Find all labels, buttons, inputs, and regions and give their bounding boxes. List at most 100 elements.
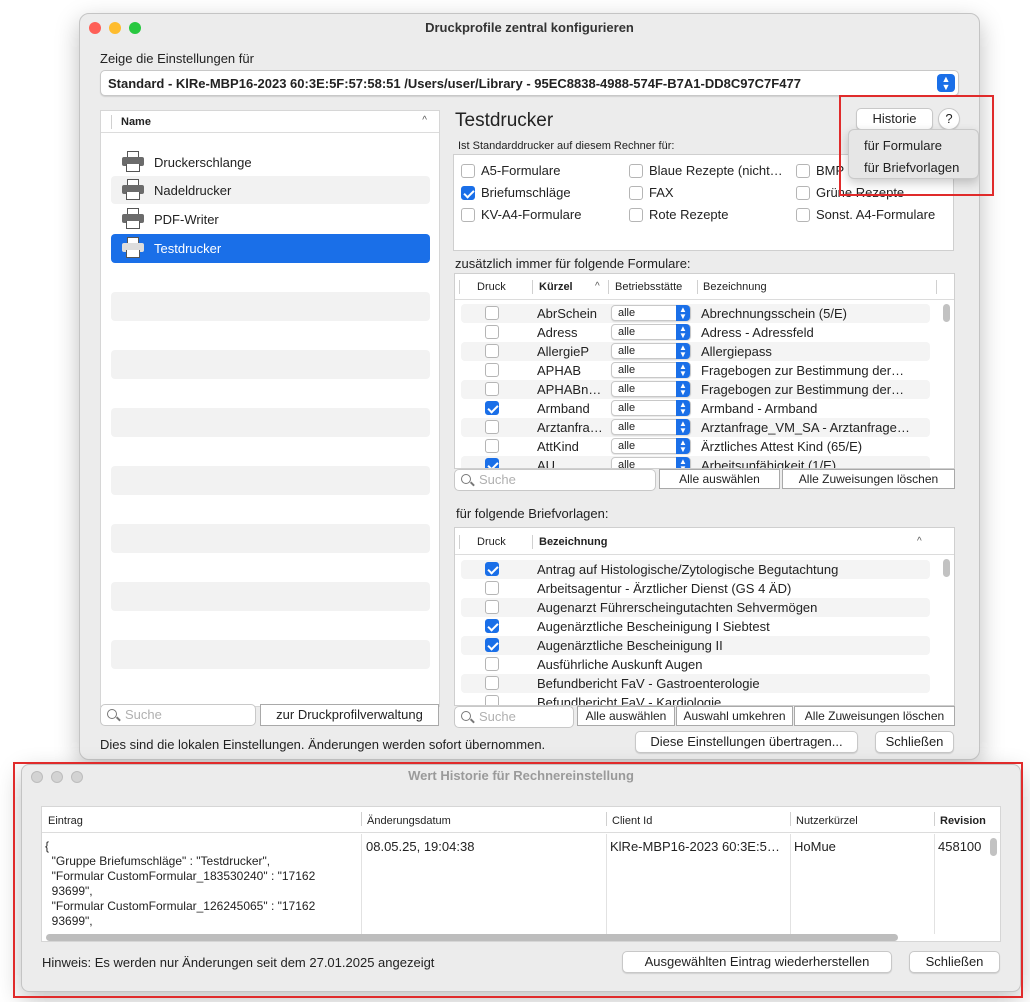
letters-invert-button[interactable]: Auswahl umkehren [676, 706, 793, 726]
letter-row[interactable]: Augenärztliche Bescheinigung II [461, 636, 930, 655]
form-row[interactable]: Arztanfra… alle ▲ ▼ Arztanfrage_VM_SA - Arzt… [461, 418, 930, 437]
site-select[interactable]: alle ▲ ▼ [611, 438, 691, 454]
letter-bezeichnung: Antrag auf Histologische/Zytologische Be… [537, 562, 839, 577]
sort-ascending-icon: ^ [422, 115, 427, 126]
form-row[interactable]: Armband alle ▲ ▼ Armband - Armband [455, 399, 940, 418]
form-row[interactable]: Adress alle ▲ ▼ Adress - Adressfeld [455, 323, 940, 342]
site-select[interactable]: alle ▲ ▼ [611, 362, 691, 378]
col-kuerzel[interactable]: Kürzel [539, 281, 573, 293]
printer-icon [121, 151, 145, 173]
checkbox[interactable] [485, 439, 499, 453]
checkbox[interactable] [796, 185, 810, 200]
standard-option[interactable]: BMP [796, 163, 844, 178]
checkbox-checked[interactable] [485, 619, 499, 633]
form-row[interactable]: AttKind alle ▲ ▼ Ärztliches Attest Kind (65/… [455, 437, 940, 456]
form-row[interactable]: APHAB alle ▲ ▼ Fragebogen zur Bestimmung der… [455, 361, 940, 380]
standard-option[interactable]: A5-Formulare [461, 163, 560, 178]
profile-search-input[interactable]: Suche [100, 704, 256, 726]
transfer-settings-button[interactable]: Diese Einstellungen übertragen... [635, 731, 858, 753]
checkbox[interactable] [485, 600, 499, 614]
search-icon [107, 709, 117, 719]
close-window-icon[interactable] [89, 22, 101, 34]
checkbox-checked[interactable] [485, 401, 499, 415]
letter-row[interactable]: Augenarzt Führerscheingutachten Sehvermö… [461, 598, 930, 617]
checkbox-checked[interactable] [485, 562, 499, 576]
checkbox[interactable] [485, 382, 499, 396]
site-select[interactable]: alle ▲ ▼ [611, 381, 691, 397]
checkbox[interactable] [796, 207, 810, 222]
standard-option[interactable]: FAX [629, 185, 674, 200]
checkbox[interactable] [461, 163, 475, 178]
form-row[interactable]: AbrSchein alle ▲ ▼ Abrechnungsschein (5/E) [461, 304, 930, 323]
site-select-value: alle [618, 421, 636, 433]
profile-management-button[interactable]: zur Druckprofilverwaltung [260, 704, 439, 726]
forms-select-all-button[interactable]: Alle auswählen [659, 469, 780, 489]
letters-search-input[interactable]: Suche [454, 706, 574, 728]
standard-option[interactable]: Briefumschläge [461, 185, 571, 200]
site-select[interactable]: alle ▲ ▼ [611, 419, 691, 435]
checkbox[interactable] [629, 163, 643, 178]
checkbox[interactable] [485, 581, 499, 595]
site-select[interactable]: alle ▲ ▼ [611, 305, 691, 321]
standard-option[interactable]: KV-A4-Formulare [461, 207, 581, 222]
search-icon [461, 474, 471, 484]
checkbox[interactable] [629, 207, 643, 222]
standard-option[interactable]: Sonst. A4-Formulare [796, 207, 935, 222]
empty-row [111, 640, 430, 669]
close-button[interactable]: Schließen [875, 731, 954, 753]
standard-option[interactable]: Blaue Rezepte (nicht… [629, 163, 783, 178]
checkbox[interactable] [485, 657, 499, 671]
checkbox[interactable] [796, 163, 810, 178]
letter-row[interactable]: Befundbericht FaV - Kardiologie [455, 693, 940, 705]
settings-selector[interactable]: Standard - KlRe-MBP16-2023 60:3E:5F:57:5… [100, 70, 959, 96]
col-druck[interactable]: Druck [477, 281, 506, 293]
forms-scrollbar[interactable] [943, 304, 950, 322]
checkbox-checked[interactable] [461, 185, 475, 200]
profile-list-header[interactable]: Name ^ [101, 111, 439, 133]
letters-scrollbar[interactable] [943, 559, 950, 577]
form-bezeichnung: Allergiepass [701, 344, 772, 359]
profile-item[interactable]: Druckerschlange [111, 149, 430, 176]
checkbox[interactable] [485, 344, 499, 358]
letter-row[interactable]: Antrag auf Histologische/Zytologische Be… [461, 560, 930, 579]
col-betriebsstaette[interactable]: Betriebsstätte [615, 281, 682, 293]
checkbox[interactable] [485, 420, 499, 434]
checkbox[interactable] [461, 207, 475, 222]
form-row[interactable]: AU alle ▲ ▼ Arbeitsunfähigkeit (1/E) [461, 456, 930, 468]
site-select[interactable]: alle ▲ ▼ [611, 400, 691, 416]
checkbox-checked[interactable] [485, 458, 499, 468]
minimize-window-icon[interactable] [109, 22, 121, 34]
site-select[interactable]: alle ▲ ▼ [611, 343, 691, 359]
forms-clear-button[interactable]: Alle Zuweisungen löschen [782, 469, 955, 489]
letter-row[interactable]: Ausführliche Auskunft Augen [455, 655, 940, 674]
col-bezeichnung[interactable]: Bezeichnung [703, 281, 767, 293]
letter-row[interactable]: Befundbericht FaV - Gastroenterologie [461, 674, 930, 693]
site-select[interactable]: alle ▲ ▼ [611, 457, 691, 468]
forms-search-input[interactable]: Suche [454, 469, 656, 491]
checkbox[interactable] [485, 695, 499, 705]
letter-row[interactable]: Augenärztliche Bescheinigung I Siebtest [455, 617, 940, 636]
profile-item[interactable]: Nadeldrucker [111, 176, 430, 204]
printer-icon [121, 208, 145, 230]
checkbox[interactable] [485, 306, 499, 320]
checkbox[interactable] [485, 676, 499, 690]
site-select[interactable]: alle ▲ ▼ [611, 324, 691, 340]
form-row[interactable]: AllergieP alle ▲ ▼ Allergiepass [461, 342, 930, 361]
form-row[interactable]: APHABn… alle ▲ ▼ Fragebogen zur Bestimmung d… [461, 380, 930, 399]
col-druck[interactable]: Druck [477, 536, 506, 548]
checkbox[interactable] [629, 185, 643, 200]
letters-clear-button[interactable]: Alle Zuweisungen löschen [794, 706, 955, 726]
letters-table-header[interactable]: Druck Bezeichnung ^ [455, 528, 954, 555]
letter-row[interactable]: Arbeitsagentur - Ärztlicher Dienst (GS 4… [455, 579, 940, 598]
zoom-window-icon[interactable] [129, 22, 141, 34]
settings-selector-value: Standard - KlRe-MBP16-2023 60:3E:5F:57:5… [108, 76, 801, 91]
profile-item[interactable]: PDF-Writer [111, 205, 430, 233]
checkbox[interactable] [485, 325, 499, 339]
profile-item-selected[interactable]: Testdrucker [111, 234, 430, 263]
forms-table-header[interactable]: Druck Kürzel ^ Betriebsstätte Bezeichnun… [455, 274, 954, 300]
col-bezeichnung[interactable]: Bezeichnung [539, 536, 607, 548]
checkbox-checked[interactable] [485, 638, 499, 652]
standard-option[interactable]: Rote Rezepte [629, 207, 729, 222]
checkbox[interactable] [485, 363, 499, 377]
letters-select-all-button[interactable]: Alle auswählen [577, 706, 675, 726]
